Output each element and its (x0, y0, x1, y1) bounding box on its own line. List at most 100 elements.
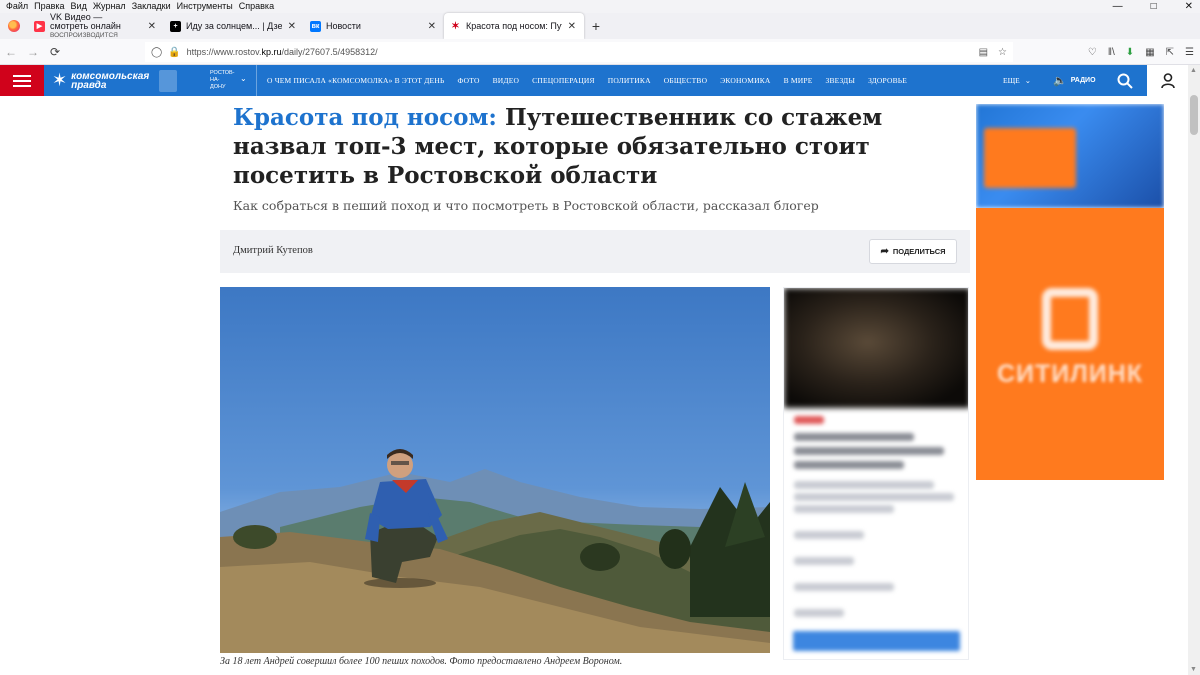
region-selector[interactable]: РОСТОВ- НА- ДОНУ ⌄ (210, 70, 248, 91)
url-path: /daily/27607.5/4958312/ (281, 47, 378, 57)
close-tab-icon[interactable]: ✕ (428, 21, 436, 32)
author-name[interactable]: Дмитрий Кутепов (233, 245, 313, 256)
address-bar[interactable]: ◯ 🔒 https://www.rostov. kp.ru/daily/27607… (145, 42, 1013, 62)
logo-line-2: правда (71, 79, 107, 91)
nav-health[interactable]: ЗДОРОВЬЕ (868, 76, 907, 85)
blurred-text (794, 447, 944, 455)
photo-caption: За 18 лет Андрей совершил более 100 пеши… (220, 656, 623, 667)
vk-icon: вк (310, 20, 321, 32)
login-button[interactable] (1147, 65, 1188, 96)
share-button[interactable]: ➦ ПОДЕЛИТЬСЯ (869, 239, 957, 264)
divider (256, 65, 257, 96)
hiker-on-mountain-image (220, 449, 770, 653)
kp-site-header: ✶ комсомольская правда РОСТОВ- НА- ДОНУ … (0, 65, 1188, 96)
ad-brand-text: СИТИЛИНК (996, 360, 1144, 388)
promo-video-card[interactable] (783, 287, 969, 660)
close-tab-icon[interactable]: ✕ (148, 21, 156, 32)
article-lead: Как собраться в пеший поход и что посмот… (233, 198, 819, 213)
nav-politics[interactable]: ПОЛИТИКА (608, 76, 651, 85)
scroll-down-icon[interactable]: ▼ (1190, 666, 1197, 673)
vk-video-icon: ▶ (34, 20, 45, 32)
extensions-icon[interactable]: ▦ (1145, 47, 1154, 58)
forward-arrow-icon[interactable]: → (22, 45, 44, 59)
tab-strip: ▶ VK Видео — смотреть онлайн ВОСПРОИЗВОД… (0, 13, 1200, 39)
menu-tools[interactable]: Инструменты (174, 0, 236, 13)
nav-photo[interactable]: ФОТО (457, 76, 479, 85)
close-tab-icon[interactable]: ✕ (288, 21, 296, 32)
nav-society[interactable]: ОБЩЕСТВО (664, 76, 707, 85)
nav-video[interactable]: ВИДЕО (493, 76, 520, 85)
tab-kp-article[interactable]: ✶ Красота под носом: Путешеств ✕ (444, 13, 584, 39)
nav-economy[interactable]: ЭКОНОМИКА (720, 76, 770, 85)
tab-news[interactable]: вк Новости ✕ (304, 13, 444, 39)
citilink-logo-icon (1042, 288, 1098, 350)
more-label: ЕЩЕ (1003, 76, 1020, 85)
speaker-icon: 🔈 (1053, 75, 1067, 87)
tab-title: Новости (326, 21, 361, 31)
browser-menubar: Файл Правка Вид Журнал Закладки Инструме… (0, 0, 1200, 13)
search-button[interactable] (1106, 65, 1144, 96)
advertisement-banner[interactable]: СИТИЛИНК (976, 104, 1164, 480)
menu-help[interactable]: Справка (236, 0, 277, 13)
hamburger-menu-icon[interactable] (0, 65, 44, 96)
nav-special-operation[interactable]: СПЕЦОПЕРАЦИЯ (532, 76, 595, 85)
app-menu-icon[interactable]: ☰ (1185, 47, 1194, 58)
scrollbar-thumb[interactable] (1190, 95, 1198, 135)
url-domain: kp.ru (261, 47, 282, 57)
tab-dzen[interactable]: + Иду за солнцем... | Дзен ✕ (164, 13, 304, 39)
nav-world[interactable]: В МИРЕ (784, 76, 813, 85)
radio-label: РАДИО (1070, 77, 1096, 84)
tab-title: Иду за солнцем... | Дзен (186, 21, 282, 31)
menu-view[interactable]: Вид (68, 0, 90, 13)
lock-icon[interactable]: 🔒 (168, 47, 180, 58)
kp-star-icon: ✶ (52, 70, 68, 90)
kp-logo[interactable]: ✶ комсомольская правда (52, 68, 200, 93)
minimize-icon[interactable]: — (1110, 0, 1126, 13)
blurred-text (794, 481, 934, 489)
blurred-text (794, 493, 954, 501)
blurred-text (794, 557, 854, 565)
reload-icon[interactable]: ⟳ (44, 45, 66, 59)
user-icon (1160, 72, 1175, 88)
close-tab-icon[interactable]: ✕ (568, 21, 576, 32)
nav-this-day[interactable]: О ЧЕМ ПИСАЛА «КОМСОМОЛКА» В ЭТОТ ДЕНЬ (267, 76, 444, 85)
blurred-text (794, 416, 824, 424)
maximize-icon[interactable]: □ (1148, 0, 1160, 13)
back-arrow-icon[interactable]: ← (0, 45, 22, 59)
navigation-toolbar: ← → ⟳ ◯ 🔒 https://www.rostov. kp.ru/daily… (0, 39, 1200, 65)
article-rubric[interactable]: Красота под носом: (233, 104, 497, 131)
page-scrollbar[interactable]: ▲ ▼ (1188, 65, 1200, 675)
chevron-down-icon: ⌄ (1024, 76, 1032, 85)
blurred-text (794, 531, 864, 539)
download-icon[interactable]: ⬇ (1126, 47, 1134, 58)
article-photo (220, 287, 770, 653)
toolbar-buttons: ♡ ‖\ ⬇ ▦ ⇱ ☰ (1088, 39, 1194, 65)
menu-bookmarks[interactable]: Закладки (129, 0, 174, 13)
tracking-shield-icon[interactable]: ◯ (151, 47, 162, 58)
bookmark-star-icon[interactable]: ☆ (998, 47, 1007, 58)
ad-bottom-creative: СИТИЛИНК (976, 208, 1164, 480)
author-bar: Дмитрий Кутепов ➦ ПОДЕЛИТЬСЯ (220, 230, 970, 273)
tab-vk-video[interactable]: ▶ VK Видео — смотреть онлайн ВОСПРОИЗВОД… (28, 13, 164, 39)
menu-file[interactable]: Файл (3, 0, 31, 13)
library-icon[interactable]: ‖\ (1108, 47, 1115, 58)
pocket-icon[interactable]: ♡ (1088, 47, 1097, 58)
more-menu-button[interactable]: ЕЩЕ ⌄ (1003, 65, 1031, 96)
scroll-up-icon[interactable]: ▲ (1190, 67, 1197, 74)
promo-video-thumbnail[interactable] (784, 288, 968, 408)
region-line: ДОНУ (210, 84, 226, 90)
share-arrow-icon: ➦ (880, 246, 889, 257)
window-controls: — □ ✕ (1110, 0, 1196, 13)
menu-history[interactable]: Журнал (90, 0, 129, 13)
close-window-icon[interactable]: ✕ (1182, 0, 1196, 13)
new-tab-button[interactable]: + (584, 13, 608, 39)
nav-stars[interactable]: ЗВЕЗДЫ (825, 76, 855, 85)
dzen-icon: + (170, 20, 181, 32)
share-icon[interactable]: ⇱ (1166, 47, 1174, 58)
firefox-view-button[interactable] (0, 13, 28, 39)
radio-button[interactable]: 🔈 РАДИО (1053, 65, 1096, 96)
promo-action-button[interactable] (793, 631, 960, 651)
reader-view-icon[interactable]: ▤ (979, 47, 988, 58)
firefox-icon (8, 20, 20, 32)
menu-edit[interactable]: Правка (31, 0, 67, 13)
